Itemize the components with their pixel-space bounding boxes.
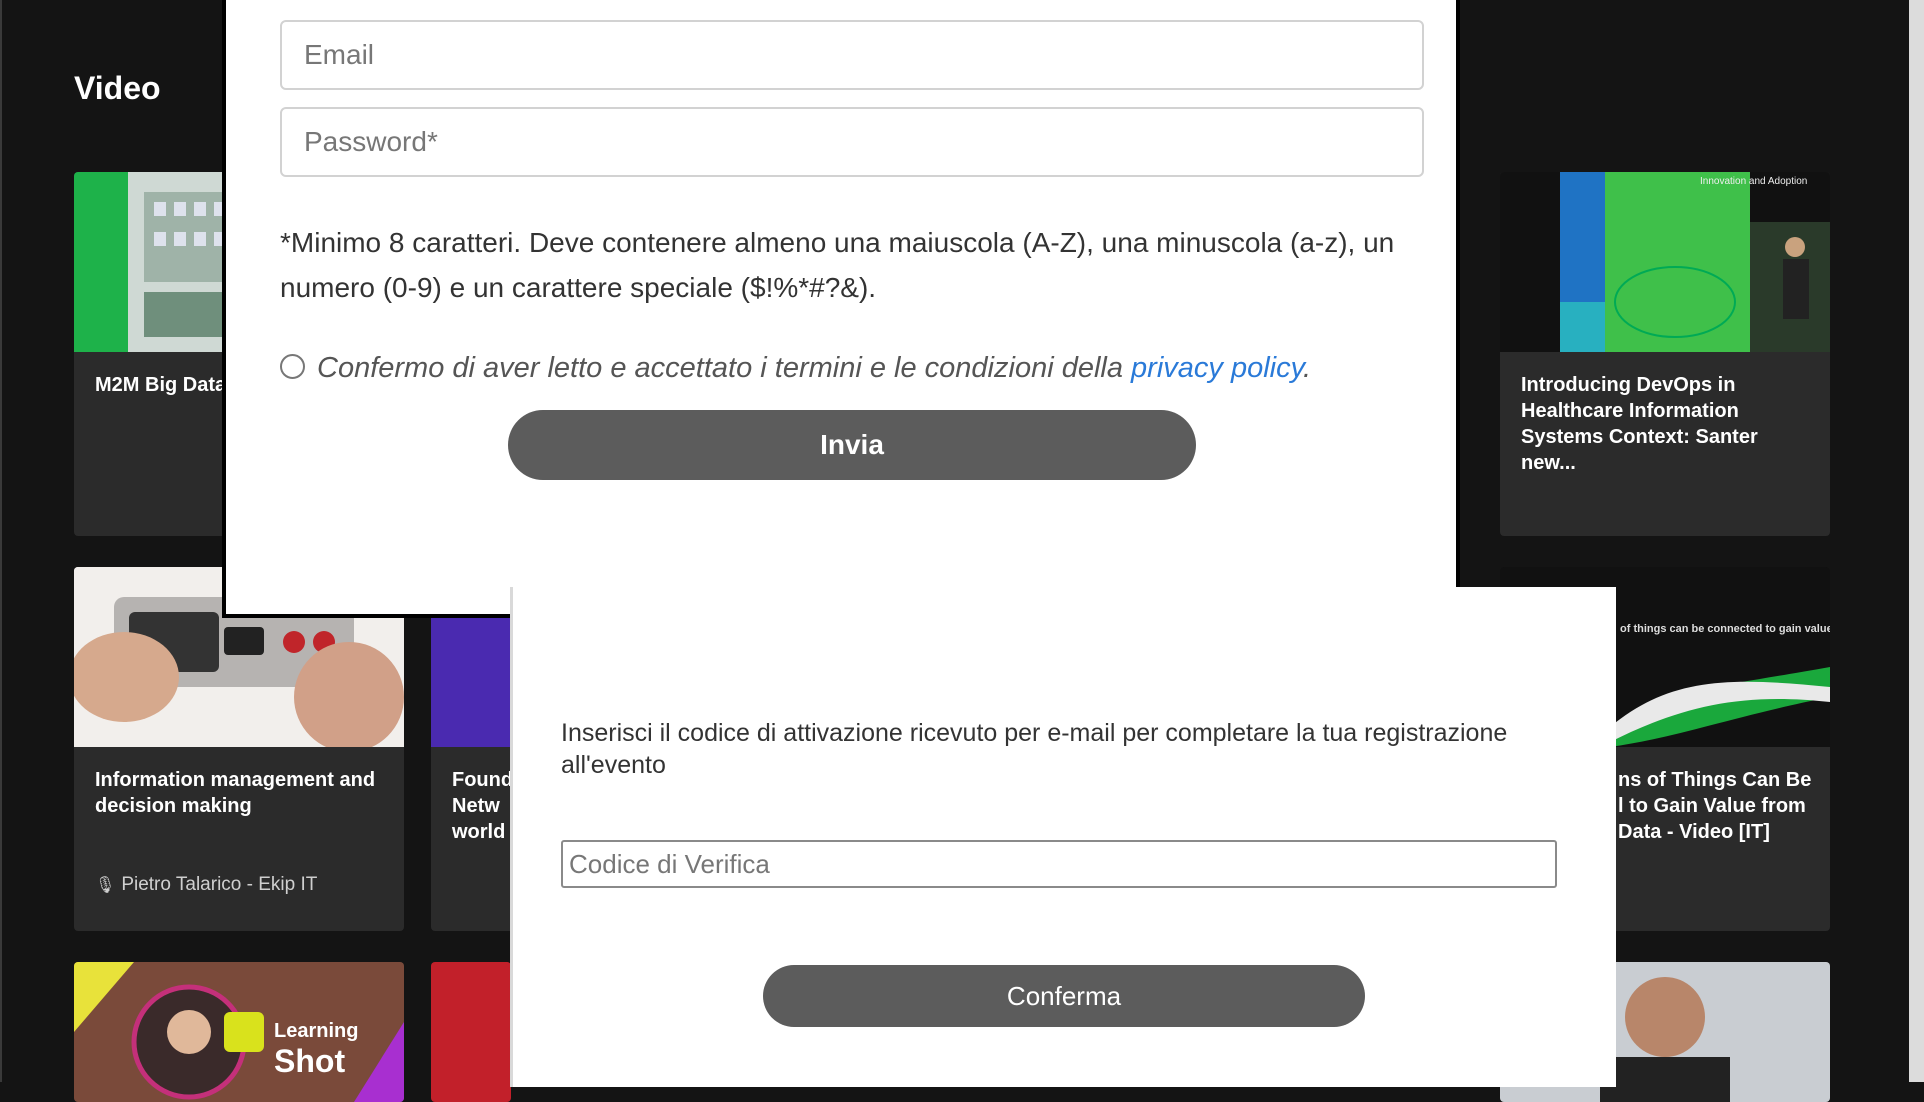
video-title: Information management and decision maki… (95, 769, 376, 817)
video-card[interactable]: Learning Shot (74, 962, 404, 1102)
consent-text: Confermo di aver letto e accettato i ter… (317, 352, 1132, 384)
video-author: 🎙 Pietro Talarico - Ekip IT (95, 874, 317, 896)
confirm-button[interactable]: Conferma (763, 965, 1365, 1027)
video-card[interactable] (431, 962, 511, 1102)
password-field[interactable] (280, 107, 1424, 177)
consent-end: . (1302, 352, 1311, 384)
video-title: Introducing DevOps in Healthcare Informa… (1521, 374, 1758, 474)
video-card[interactable]: Innovation and Adoption Introducing DevO… (1500, 172, 1830, 536)
verify-modal: Inserisci il codice di attivazione ricev… (510, 587, 1616, 1087)
scrollbar[interactable] (1909, 0, 1924, 1082)
privacy-policy-link[interactable]: privacy policy (1131, 352, 1303, 384)
thumbnail-image: Learning Shot (74, 962, 404, 1102)
thumbnail-badge-bottom: Shot (274, 1043, 345, 1079)
consent-radio[interactable] (280, 354, 305, 379)
thumbnail-caption: of things can be connected to gain value… (1620, 623, 1830, 635)
page-left-edge (0, 0, 2, 1082)
password-hint: *Minimo 8 caratteri. Deve contenere alme… (280, 227, 1395, 303)
thumbnail-image: Innovation and Adoption (1500, 172, 1830, 352)
signup-modal: *Minimo 8 caratteri. Deve contenere alme… (222, 0, 1460, 618)
privacy-consent: Confermo di aver letto e accettato i ter… (280, 352, 1311, 385)
verification-code-input[interactable] (561, 840, 1557, 888)
thumbnail-badge-top: Learning (274, 1020, 358, 1042)
thumbnail-heading: Innovation and Adoption (1700, 176, 1807, 187)
video-card[interactable]: Information management and decision maki… (74, 567, 404, 931)
submit-button[interactable]: Invia (508, 410, 1196, 480)
verify-instructions: Inserisci il codice di attivazione ricev… (561, 719, 1508, 779)
video-thumbnail: Innovation and Adoption (1500, 172, 1830, 352)
section-title: Video (74, 70, 161, 106)
microphone-icon: 🎙 (95, 877, 116, 894)
video-title: ns of Things Can Be l to Gain Value from… (1618, 769, 1812, 843)
author-name: Pietro Talarico - Ekip IT (121, 874, 318, 895)
email-field[interactable] (280, 20, 1424, 90)
